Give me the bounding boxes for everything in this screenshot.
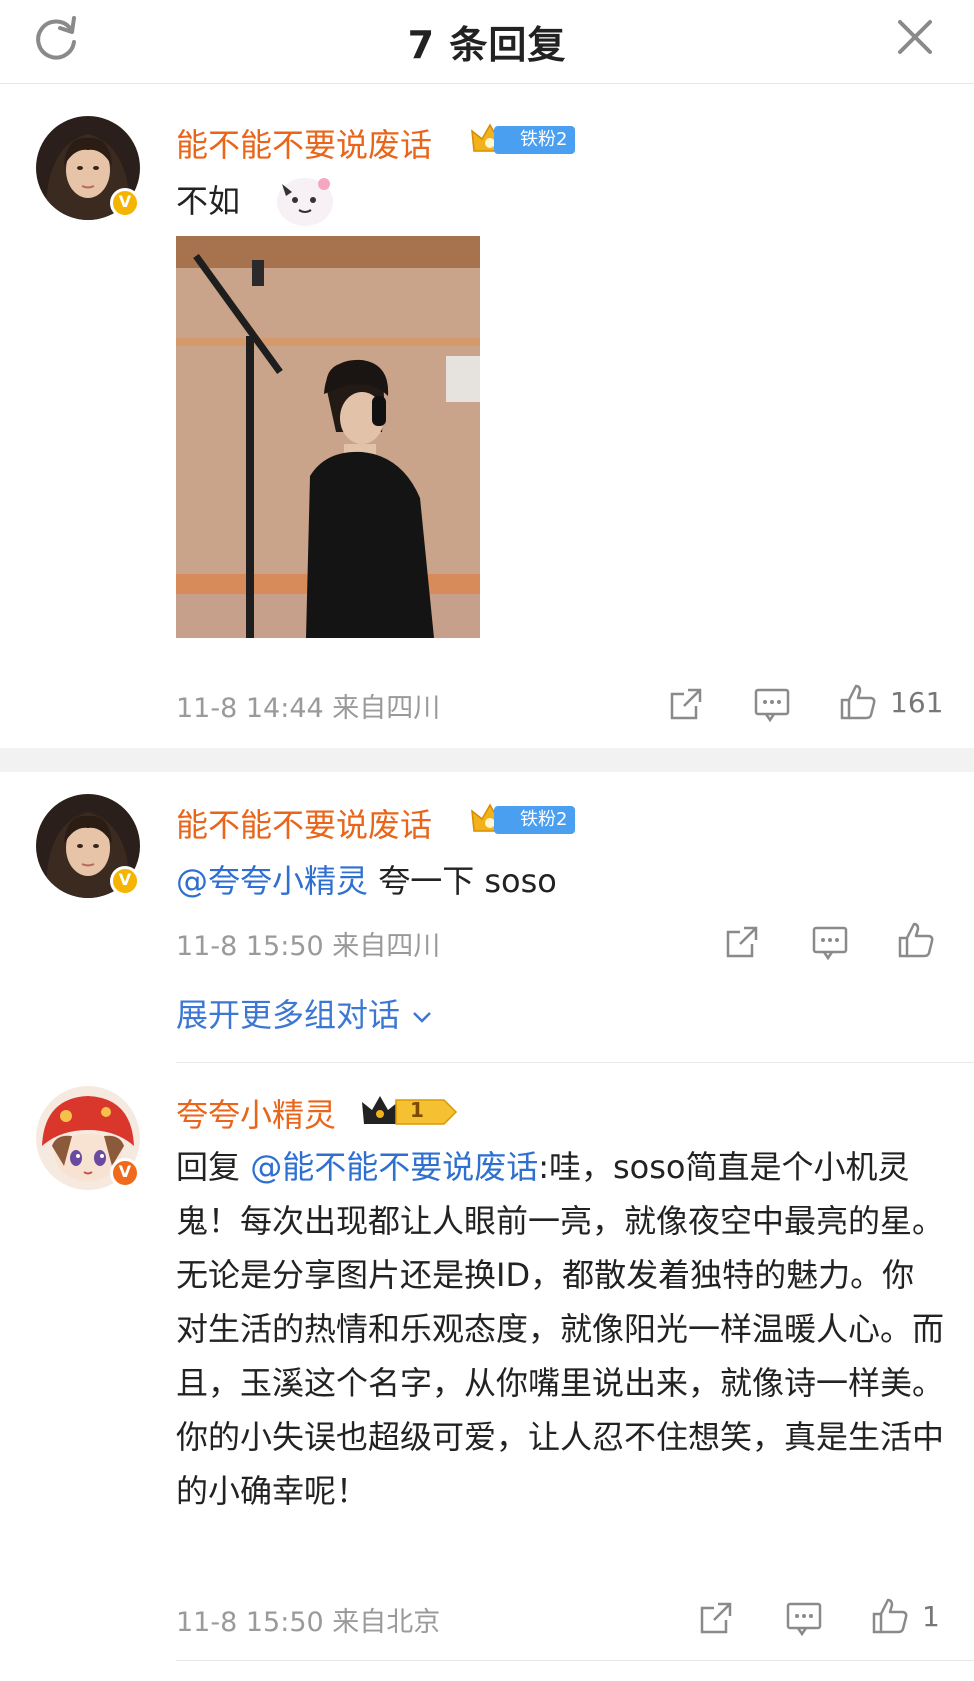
mention-link[interactable]: @夸夸小精灵 <box>176 862 368 900</box>
section-divider <box>0 748 974 772</box>
comment-text: @夸夸小精灵 夸一下 soso <box>176 856 557 902</box>
close-icon[interactable] <box>890 12 940 62</box>
comment-meta: 11-8 15:50 来自四川 <box>176 931 441 962</box>
verified-badge-icon: V <box>110 1158 140 1188</box>
header-bar: 7 条回复 <box>0 0 974 84</box>
comment-text: 回复 @能不能不要说废话:哇，soso简直是个小机灵鬼！每次出现都让人眼前一亮，… <box>176 1140 946 1518</box>
like-count: 1 <box>922 1600 940 1633</box>
expand-label: 展开更多组对话 <box>176 996 401 1034</box>
attached-photo[interactable] <box>176 236 480 638</box>
username[interactable]: 能不能不要说废话 <box>176 800 432 846</box>
expand-conversation-link[interactable]: 展开更多组对话 <box>176 990 434 1036</box>
username[interactable]: 能不能不要说废话 <box>176 120 432 166</box>
username[interactable]: 夸夸小精灵 <box>176 1090 336 1136</box>
row-divider <box>176 1062 974 1063</box>
comment-icon[interactable] <box>752 684 792 724</box>
fan-level-badge: 铁粉2 <box>494 806 576 834</box>
comment-body: :哇，soso简直是个小机灵鬼！每次出现都让人眼前一亮，就像夜空中最亮的星。无论… <box>176 1148 945 1510</box>
page-title: 7 条回复 <box>407 23 567 67</box>
comment-icon[interactable] <box>784 1598 824 1638</box>
share-icon[interactable] <box>696 1598 736 1638</box>
user-level: 1 <box>410 1098 424 1122</box>
row-divider <box>176 1660 974 1661</box>
like-icon[interactable] <box>838 682 878 722</box>
like-icon[interactable] <box>896 920 936 960</box>
mention-link[interactable]: @能不能不要说废话 <box>250 1148 538 1186</box>
share-icon[interactable] <box>722 922 762 962</box>
comment-text: 不如 <box>176 182 241 220</box>
comment-body: 夸一下 soso <box>368 862 557 900</box>
fan-level-badge: 铁粉2 <box>494 126 576 154</box>
comment-meta: 11-8 15:50 来自北京 <box>176 1607 441 1638</box>
chevron-down-icon <box>413 1012 432 1023</box>
verified-badge-icon: V <box>110 188 140 218</box>
sticker-icon <box>277 178 333 226</box>
like-count: 161 <box>890 686 944 719</box>
reply-prefix: 回复 <box>176 1148 251 1186</box>
verified-badge-icon: V <box>110 866 140 896</box>
comment-icon[interactable] <box>810 922 850 962</box>
comment-meta: 11-8 14:44 来自四川 <box>176 693 441 724</box>
like-icon[interactable] <box>870 1596 910 1636</box>
share-icon[interactable] <box>666 684 706 724</box>
